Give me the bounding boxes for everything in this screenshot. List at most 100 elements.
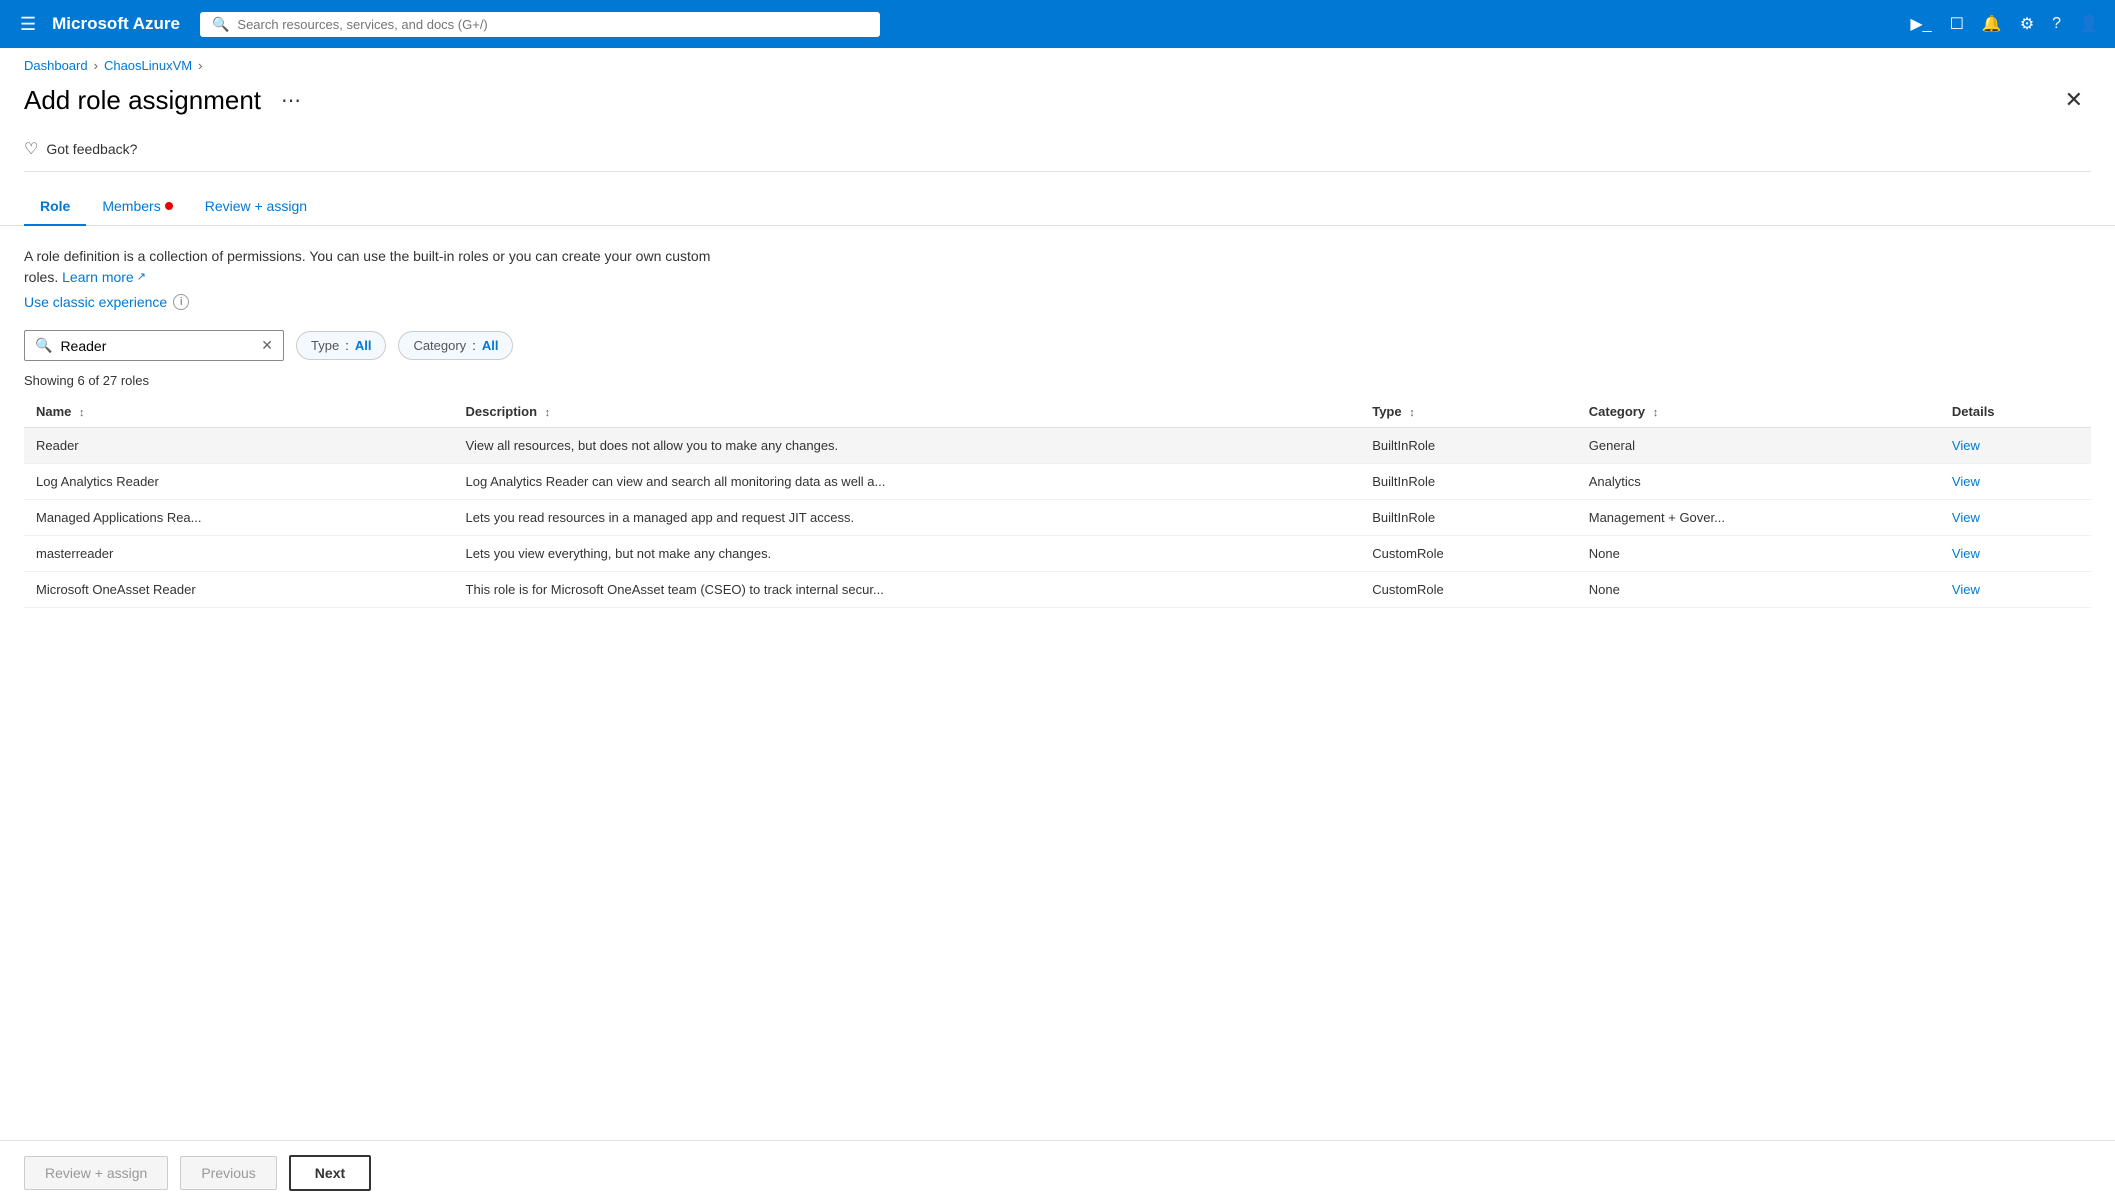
category-filter-badge[interactable]: Category : All [398, 331, 513, 360]
col-type: Type ↕ [1360, 396, 1577, 428]
cell-name: Log Analytics Reader [24, 464, 454, 500]
tab-role-label: Role [40, 198, 70, 214]
breadcrumb-sep-1: › [94, 58, 98, 73]
heart-icon: ♡ [24, 139, 38, 159]
cell-description: Lets you read resources in a managed app… [454, 500, 1361, 536]
cell-details[interactable]: View [1940, 536, 2091, 572]
feedback-bar: ♡ Got feedback? [0, 133, 2115, 171]
table-body: ReaderView all resources, but does not a… [24, 428, 2091, 608]
type-filter-badge[interactable]: Type : All [296, 331, 386, 360]
table-row[interactable]: masterreaderLets you view everything, bu… [24, 536, 2091, 572]
page-header: Add role assignment ⋯ ✕ [0, 83, 2115, 133]
col-description: Description ↕ [454, 396, 1361, 428]
view-link[interactable]: View [1952, 582, 1980, 597]
more-options-button[interactable]: ⋯ [273, 84, 309, 117]
table-header: Name ↕ Description ↕ Type ↕ Category ↕ [24, 396, 2091, 428]
breadcrumb: Dashboard › ChaosLinuxVM › [0, 48, 2115, 83]
description-text: A role definition is a collection of per… [24, 246, 724, 288]
previous-button: Previous [180, 1156, 276, 1190]
cell-details[interactable]: View [1940, 428, 2091, 464]
table-row[interactable]: ReaderView all resources, but does not a… [24, 428, 2091, 464]
tab-role[interactable]: Role [24, 188, 86, 226]
divider [24, 171, 2091, 172]
search-clear-button[interactable]: ✕ [261, 337, 273, 354]
role-search-input[interactable] [60, 338, 253, 354]
cell-category: General [1577, 428, 1940, 464]
view-link[interactable]: View [1952, 546, 1980, 561]
close-button[interactable]: ✕ [2057, 83, 2091, 117]
category-filter-value: All [482, 338, 499, 353]
cell-type: BuiltInRole [1360, 428, 1577, 464]
next-button[interactable]: Next [289, 1155, 371, 1191]
role-table-container: Name ↕ Description ↕ Type ↕ Category ↕ [24, 396, 2091, 608]
feedback-text: Got feedback? [46, 141, 137, 157]
tabs: Role Members Review + assign [0, 188, 2115, 226]
breadcrumb-dashboard[interactable]: Dashboard [24, 58, 88, 73]
cell-type: CustomRole [1360, 536, 1577, 572]
user-avatar[interactable]: 👤 [2079, 14, 2099, 34]
breadcrumb-vm[interactable]: ChaosLinuxVM [104, 58, 192, 73]
cell-category: Management + Gover... [1577, 500, 1940, 536]
table-row[interactable]: Managed Applications Rea...Lets you read… [24, 500, 2091, 536]
cell-name: Reader [24, 428, 454, 464]
cell-details[interactable]: View [1940, 572, 2091, 608]
cell-category: Analytics [1577, 464, 1940, 500]
role-table: Name ↕ Description ↕ Type ↕ Category ↕ [24, 396, 2091, 608]
search-icon-small: 🔍 [35, 337, 52, 354]
cell-description: Log Analytics Reader can view and search… [454, 464, 1361, 500]
cell-description: This role is for Microsoft OneAsset team… [454, 572, 1361, 608]
cell-name: Microsoft OneAsset Reader [24, 572, 454, 608]
members-dot [165, 202, 173, 210]
main-content: A role definition is a collection of per… [0, 226, 2115, 628]
cell-type: BuiltInRole [1360, 464, 1577, 500]
tab-review-assign-label: Review + assign [205, 198, 307, 214]
desc-sort-icon[interactable]: ↕ [545, 407, 551, 419]
hamburger-icon[interactable]: ☰ [16, 10, 40, 39]
col-name: Name ↕ [24, 396, 454, 428]
view-link[interactable]: View [1952, 438, 1980, 453]
cell-name: Managed Applications Rea... [24, 500, 454, 536]
breadcrumb-sep-2: › [198, 58, 202, 73]
settings-icon[interactable]: ⚙ [2020, 14, 2034, 34]
filter-row: 🔍 ✕ Type : All Category : All [24, 330, 2091, 361]
view-link[interactable]: View [1952, 474, 1980, 489]
cell-category: None [1577, 572, 1940, 608]
category-filter-key: Category [413, 338, 466, 353]
review-assign-button: Review + assign [24, 1156, 168, 1190]
showing-text: Showing 6 of 27 roles [24, 373, 2091, 388]
table-row[interactable]: Log Analytics ReaderLog Analytics Reader… [24, 464, 2091, 500]
cell-type: BuiltInRole [1360, 500, 1577, 536]
tab-members-label: Members [102, 198, 160, 214]
view-link[interactable]: View [1952, 510, 1980, 525]
topbar: ☰ Microsoft Azure 🔍 ▶_ ☐ 🔔 ⚙ ? 👤 [0, 0, 2115, 48]
type-filter-key: Type [311, 338, 339, 353]
classic-experience-link[interactable]: Use classic experience [24, 294, 167, 310]
cell-details[interactable]: View [1940, 500, 2091, 536]
cell-details[interactable]: View [1940, 464, 2091, 500]
type-sort-icon[interactable]: ↕ [1409, 407, 1415, 419]
terminal-icon[interactable]: ▶_ [1910, 14, 1931, 34]
info-icon[interactable]: i [173, 294, 189, 310]
search-input[interactable] [237, 17, 868, 32]
help-icon[interactable]: ? [2052, 15, 2061, 33]
tab-review-assign[interactable]: Review + assign [189, 188, 323, 226]
category-sort-icon[interactable]: ↕ [1653, 407, 1659, 419]
search-bar[interactable]: 🔍 [200, 12, 880, 37]
bottom-bar: Review + assign Previous Next [0, 1140, 2115, 1204]
search-icon: 🔍 [212, 16, 229, 33]
tab-members[interactable]: Members [86, 188, 188, 226]
notification-icon[interactable]: 🔔 [1982, 14, 2002, 34]
cell-description: Lets you view everything, but not make a… [454, 536, 1361, 572]
topbar-actions: ▶_ ☐ 🔔 ⚙ ? 👤 [1910, 14, 2099, 34]
name-sort-icon[interactable]: ↕ [79, 407, 85, 419]
type-filter-value: All [355, 338, 372, 353]
cell-type: CustomRole [1360, 572, 1577, 608]
col-details: Details [1940, 396, 2091, 428]
classic-experience: Use classic experience i [24, 294, 2091, 310]
learn-more-link[interactable]: Learn more ↗ [62, 267, 146, 288]
col-category: Category ↕ [1577, 396, 1940, 428]
table-row[interactable]: Microsoft OneAsset ReaderThis role is fo… [24, 572, 2091, 608]
cell-category: None [1577, 536, 1940, 572]
role-search-wrap[interactable]: 🔍 ✕ [24, 330, 284, 361]
azure-cloudshell-icon[interactable]: ☐ [1950, 14, 1964, 34]
